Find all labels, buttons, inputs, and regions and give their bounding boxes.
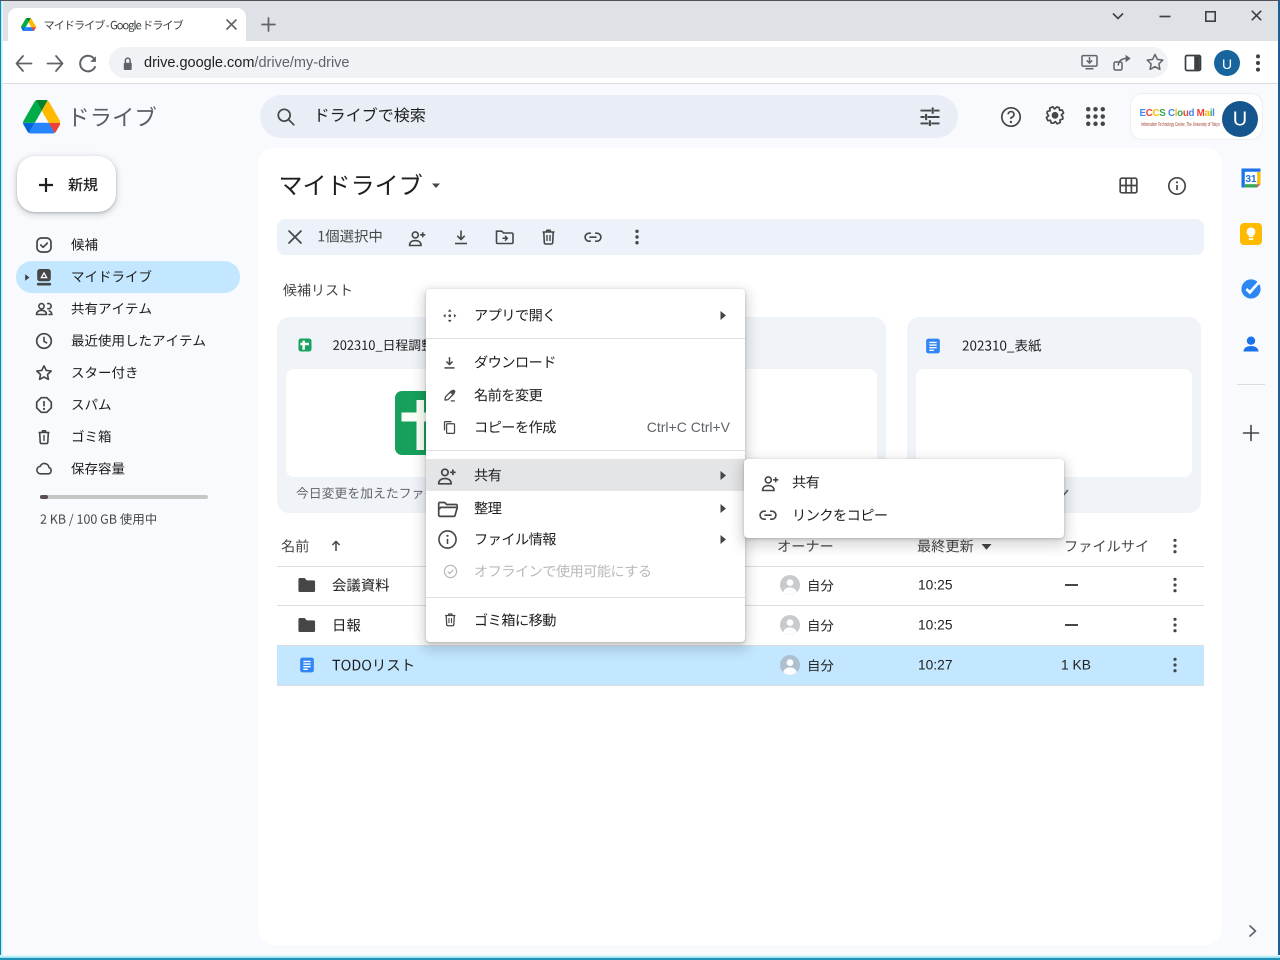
svg-text:31: 31 [1245,174,1257,185]
